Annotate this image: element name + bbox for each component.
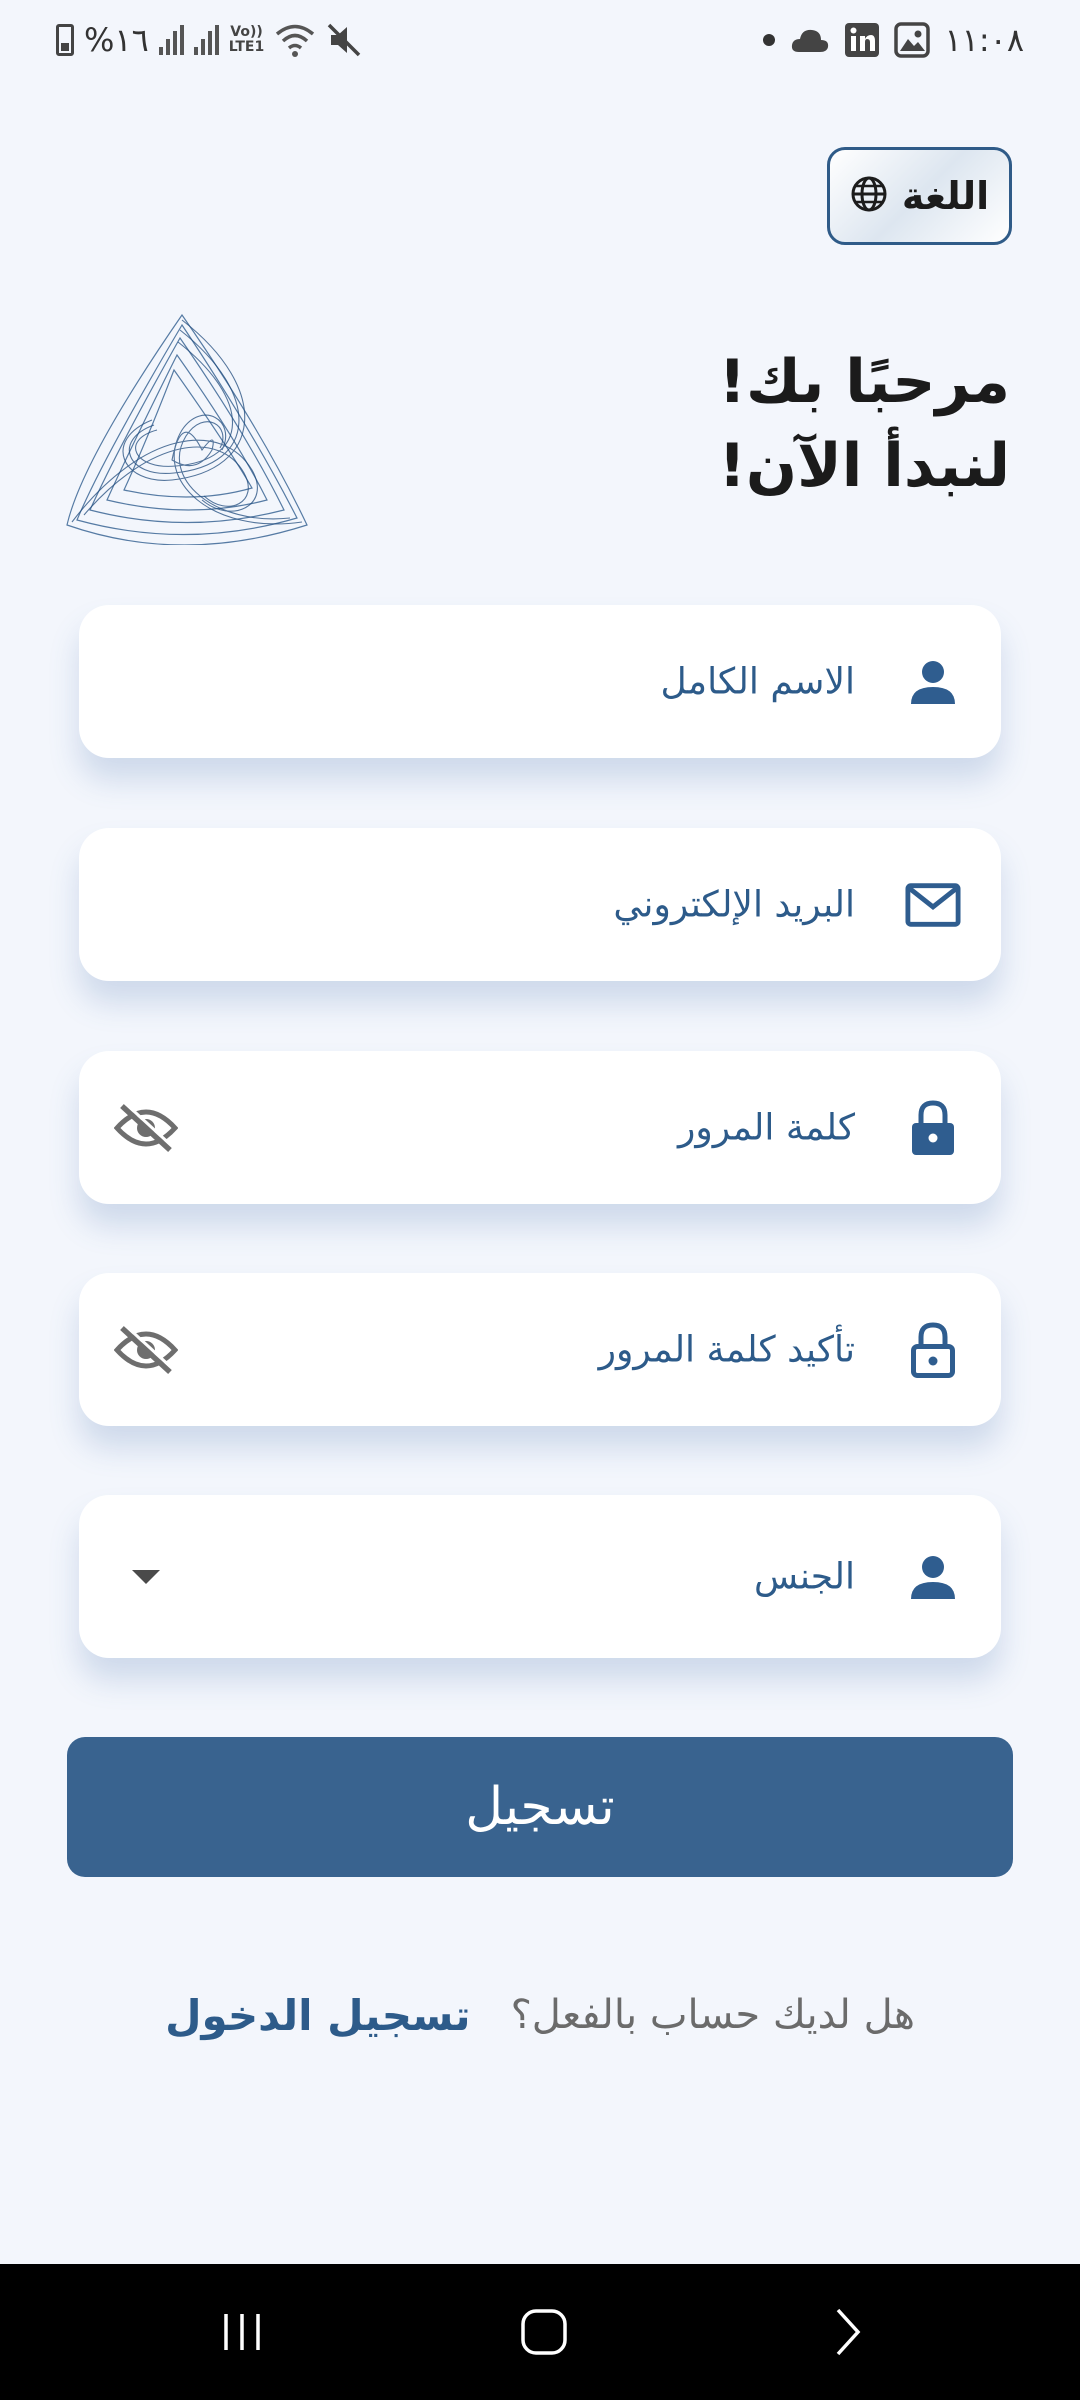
full-name-field[interactable]: الاسم الكامل <box>79 605 1001 758</box>
language-button[interactable]: اللغة <box>827 147 1012 245</box>
linkedin-icon <box>844 22 880 58</box>
clock: ١١:٠٨ <box>944 21 1024 59</box>
login-prompt: هل لديك حساب بالفعل؟ تسجيل الدخول <box>0 1980 1080 2050</box>
have-account-text: هل لديك حساب بالفعل؟ <box>510 1992 915 2038</box>
dot-icon <box>762 33 776 47</box>
email-field[interactable]: البريد الإلكتروني <box>79 828 1001 981</box>
full-name-placeholder: الاسم الكامل <box>660 661 855 702</box>
welcome-subtitle: لنبدأ الآن! <box>718 431 1010 501</box>
recent-apps-button[interactable] <box>208 2298 276 2366</box>
login-link[interactable]: تسجيل الدخول <box>165 1991 471 2040</box>
signal-icon <box>158 25 184 55</box>
mail-icon <box>905 877 961 933</box>
gallery-icon <box>894 22 931 58</box>
caret-down-icon[interactable] <box>113 1544 179 1610</box>
confirm-password-field[interactable]: تأكيد كلمة المرور <box>79 1273 1001 1426</box>
network-label: LTE1 <box>228 39 265 55</box>
battery-level: %١٦ <box>84 21 149 59</box>
email-placeholder: البريد الإلكتروني <box>613 884 855 925</box>
welcome-title: مرحبًا بك! <box>718 347 1010 417</box>
mute-icon <box>326 22 362 58</box>
volte-indicator: Vo)) LTE1 <box>229 25 264 55</box>
confirm-password-placeholder: تأكيد كلمة المرور <box>598 1329 855 1370</box>
cloud-icon <box>790 25 830 55</box>
status-bar-right: ١١:٠٨ <box>762 18 1024 62</box>
volte-label: Vo)) <box>230 24 263 40</box>
language-label: اللغة <box>901 174 990 218</box>
register-button[interactable]: تسجيل <box>67 1737 1013 1877</box>
password-placeholder: كلمة المرور <box>677 1107 855 1148</box>
eye-off-icon[interactable] <box>113 1317 179 1383</box>
lock-outline-icon <box>905 1321 961 1378</box>
wifi-icon <box>274 22 316 58</box>
signal-icon <box>193 25 219 55</box>
person-icon <box>905 654 961 710</box>
register-label: تسجيل <box>465 1777 615 1837</box>
person-icon <box>905 1549 961 1605</box>
welcome-heading: مرحبًا بك! لنبدأ الآن! <box>490 340 1010 508</box>
system-nav-bar <box>0 2264 1080 2400</box>
back-button[interactable] <box>812 2298 880 2366</box>
status-bar-left: %١٦ Vo)) LTE1 <box>56 18 362 62</box>
globe-icon <box>850 175 888 217</box>
battery-icon <box>56 24 74 56</box>
gender-select[interactable]: الجنس <box>79 1495 1001 1658</box>
home-button[interactable] <box>510 2298 578 2366</box>
status-bar: %١٦ Vo)) LTE1 ١١:٠٨ <box>0 0 1080 80</box>
eye-off-icon[interactable] <box>113 1095 179 1161</box>
password-field[interactable]: كلمة المرور <box>79 1051 1001 1204</box>
lock-icon <box>905 1099 961 1156</box>
gender-placeholder: الجنس <box>754 1556 855 1597</box>
app-logo <box>62 310 317 546</box>
